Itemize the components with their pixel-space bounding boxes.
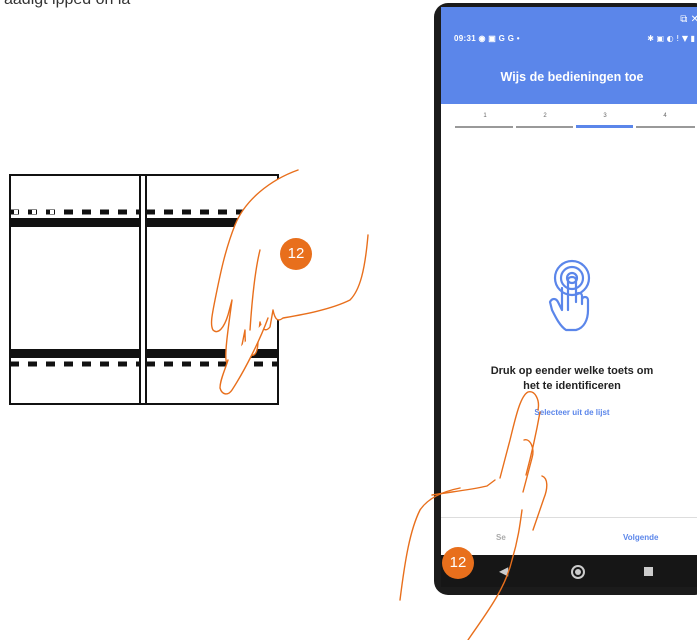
nav-recent-icon[interactable]	[644, 567, 653, 576]
back-button[interactable]: Se	[496, 533, 506, 542]
callout-badge-left: 12	[280, 238, 312, 270]
status-right-icons: ✱ ▣ ◐ ! ▼ ▮	[647, 34, 695, 43]
nav-back-icon[interactable]: ◀	[499, 564, 508, 578]
instruction-line-1: Druk op eender welke toets om	[490, 365, 654, 377]
step-3-label: 3	[603, 113, 607, 119]
android-nav-bar: ◀	[441, 555, 697, 587]
touch-hand-icon	[548, 259, 591, 332]
step-2-bar	[516, 126, 573, 128]
callout-badge-right: 12	[442, 547, 474, 579]
status-left-icons: ◉ ▣ G G •	[478, 34, 520, 43]
instruction-line-2: het te identificeren	[523, 380, 621, 392]
step-3-bar	[576, 125, 633, 128]
status-time: 09:31 ◉ ▣ G G •	[454, 34, 520, 43]
select-from-list-link[interactable]: Selecteer uit de lijst	[441, 408, 697, 417]
hand-pressing-switch-icon	[210, 169, 369, 395]
step-1-label: 1	[483, 113, 487, 119]
step-4-bar	[636, 126, 695, 128]
phone-screen: ⧉ ✕ 09:31 ◉ ▣ G G • ✱ ▣ ◐ ! ▼ ▮ Wijs de …	[441, 7, 697, 587]
app-header: ⧉ ✕ 09:31 ◉ ▣ G G • ✱ ▣ ◐ ! ▼ ▮ Wijs de …	[441, 7, 697, 104]
nav-home-icon[interactable]	[571, 565, 585, 579]
page-title: Wijs de bedieningen toe	[500, 70, 644, 84]
step-indicator: 1 2 3 4	[455, 113, 695, 133]
step-2-label: 2	[543, 113, 547, 119]
instruction-text: Druk op eender welke toets om het te ide…	[441, 364, 697, 394]
window-controls-icon[interactable]: ⧉ ✕	[680, 14, 697, 25]
phone-device: ⧉ ✕ 09:31 ◉ ▣ G G • ✱ ▣ ◐ ! ▼ ▮ Wijs de …	[434, 3, 697, 595]
bottom-action-bar: Se Volgende	[441, 517, 697, 558]
step-1-bar	[455, 126, 513, 128]
step-4-label: 4	[663, 113, 667, 119]
next-button[interactable]: Volgende	[623, 533, 658, 542]
